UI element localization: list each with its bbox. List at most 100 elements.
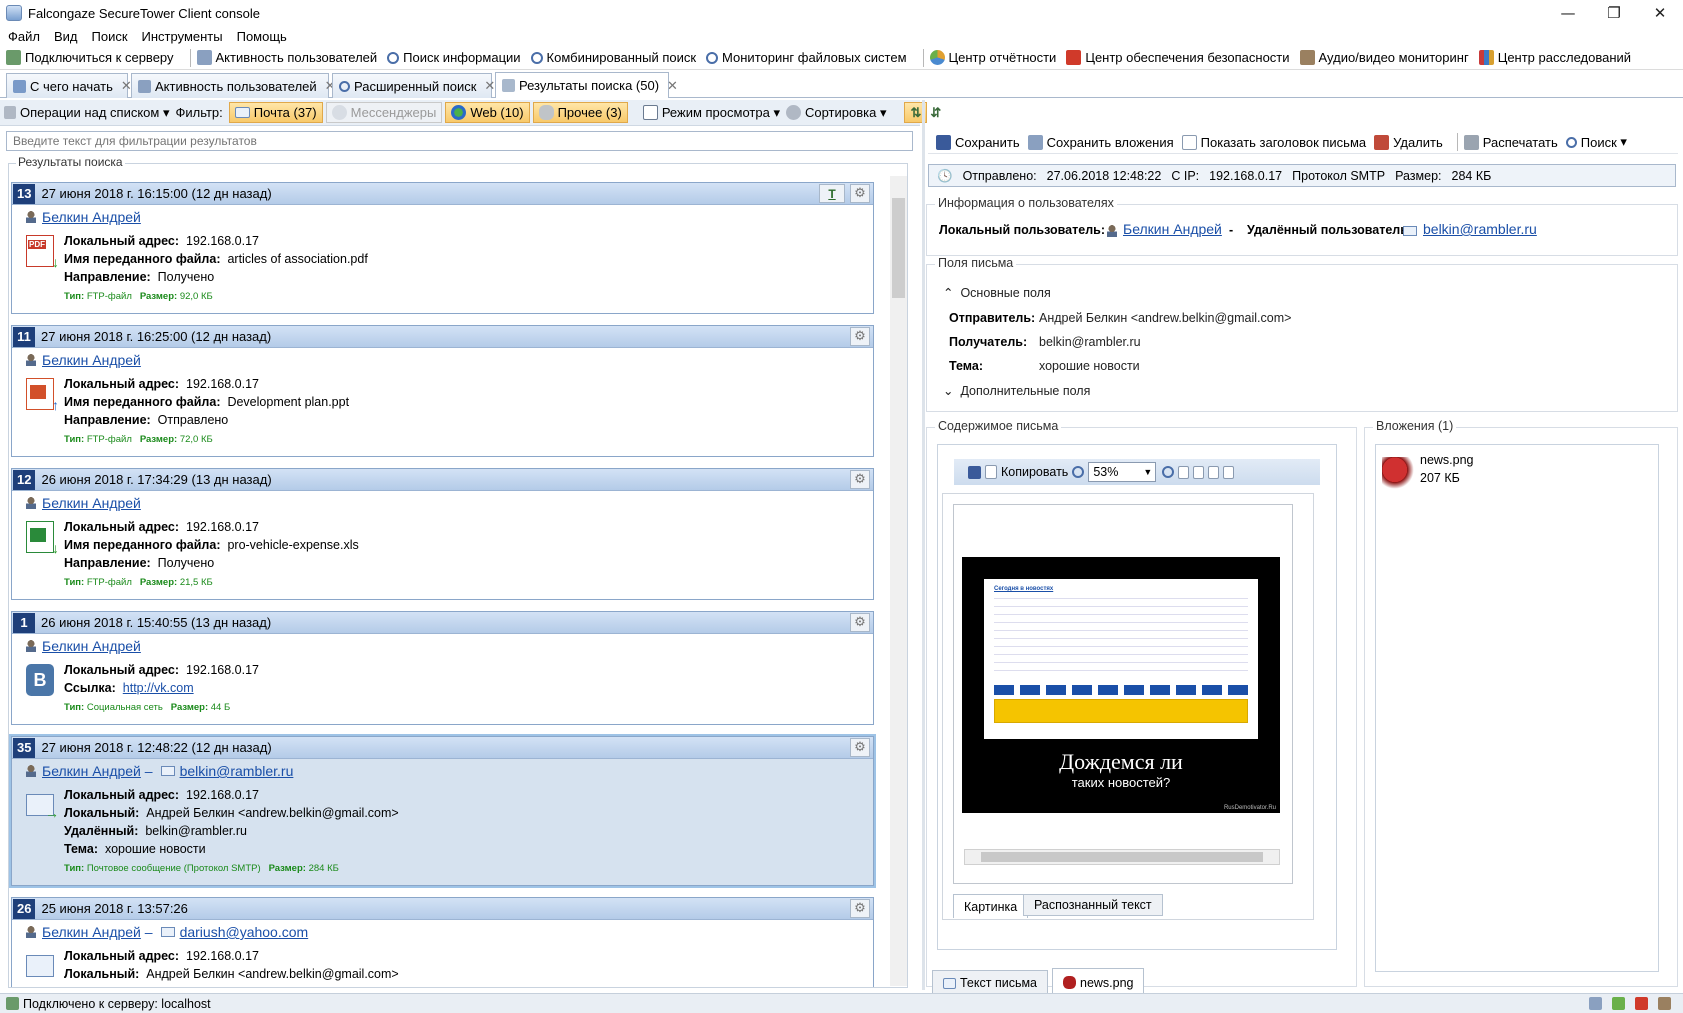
reports-button[interactable]: Центр отчётности [929, 50, 1056, 65]
result-card[interactable]: 12 26 июня 2018 г. 17:34:29 (13 дн назад)… [11, 468, 874, 600]
sort-desc-button[interactable]: ⇵ [930, 105, 941, 121]
filter-mail-toggle[interactable]: Почта (37) [228, 102, 323, 123]
save-attachments-button[interactable]: Сохранить вложения [1027, 134, 1174, 150]
user-activity-button[interactable]: Активность пользователей [196, 50, 377, 65]
document-tabs: С чего начать ✕ Активность пользователей ✕… [0, 72, 1683, 98]
user-link[interactable]: Белкин Андрей [42, 209, 141, 225]
delete-button[interactable]: Удалить [1374, 134, 1443, 150]
tab-user-activity[interactable]: Активность пользователей ✕ [131, 73, 336, 98]
attachments-list: news.png 207 КБ [1375, 444, 1659, 972]
content-viewer: Копировать 53% ▼ Сегодня в новостях Дожде… [932, 444, 1337, 996]
fit-width-icon[interactable] [1178, 465, 1190, 479]
result-card[interactable]: 11 27 июня 2018 г. 16:25:00 (12 дн назад)… [11, 325, 874, 457]
fs-monitor-button[interactable]: Мониторинг файловых систем [706, 50, 907, 65]
av-monitor-button[interactable]: Аудио/видео мониторинг [1299, 50, 1469, 65]
user-link[interactable]: Белкин Андрей [42, 352, 141, 368]
filter-web-toggle[interactable]: Web (10) [445, 102, 530, 123]
tray-icon[interactable] [1612, 997, 1625, 1010]
save-image-icon[interactable] [968, 465, 981, 479]
fit-all-icon[interactable] [1208, 465, 1220, 479]
maximize-button[interactable]: ❐ [1591, 0, 1637, 26]
gear-icon[interactable]: ⚙ [850, 899, 870, 918]
investigations-button[interactable]: Центр расследований [1478, 50, 1631, 65]
splitter[interactable] [922, 100, 925, 990]
result-date: 26 июня 2018 г. 15:40:55 (13 дн назад) [41, 615, 272, 630]
user-link[interactable]: Белкин Андрей [42, 763, 141, 779]
mail-message-icon: → [26, 794, 59, 821]
close-tab-icon[interactable]: ✕ [667, 78, 678, 94]
main-fields-expander[interactable]: ⌃ Основные поля [943, 285, 1051, 300]
user-link[interactable]: Белкин Андрей [42, 924, 141, 940]
sort-icon [785, 105, 801, 120]
scrollbar-thumb[interactable] [892, 198, 905, 298]
security-center-button[interactable]: Центр обеспечения безопасности [1066, 50, 1290, 65]
zoom-out-icon[interactable] [1072, 466, 1085, 478]
menu-view[interactable]: Вид [54, 29, 78, 44]
copy-button[interactable]: Копировать [1001, 465, 1068, 479]
result-card[interactable]: 26 25 июня 2018 г. 13:57:26 ⚙ Белкин Андре… [11, 897, 874, 987]
search-info-button[interactable]: Поиск информации [387, 50, 521, 65]
text-view-button[interactable]: T [819, 184, 845, 203]
minimize-button[interactable]: — [1545, 0, 1591, 26]
result-card-selected[interactable]: 35 27 июня 2018 г. 12:48:22 (12 дн назад)… [9, 734, 876, 888]
ppt-file-icon: ↑ [26, 378, 59, 413]
email-link[interactable]: dariush@yahoo.com [180, 924, 309, 940]
combined-search-button[interactable]: Комбинированный поиск [530, 50, 696, 65]
tab-advanced-search[interactable]: Расширенный поиск ✕ [332, 73, 495, 98]
gear-icon[interactable]: ⚙ [850, 184, 870, 203]
tab-recognized-text[interactable]: Распознанный текст [1023, 894, 1163, 916]
save-icon [936, 134, 951, 150]
filter-other-toggle[interactable]: Прочее (3) [532, 102, 628, 123]
tab-news-png[interactable]: news.png [1052, 968, 1144, 996]
tab-start[interactable]: С чего начать ✕ [6, 73, 132, 98]
extra-fields-expander[interactable]: ⌄ Дополнительные поля [943, 383, 1090, 398]
result-card[interactable]: 13 27 июня 2018 г. 16:15:00 (12 дн назад)… [11, 182, 874, 314]
tab-picture[interactable]: Картинка [953, 894, 1029, 918]
view-mode-dropdown[interactable]: Режим просмотра ▾ [642, 105, 780, 121]
gear-icon[interactable]: ⚙ [850, 738, 870, 757]
user-link[interactable]: Белкин Андрей [42, 638, 141, 654]
results-scrollbar[interactable] [890, 176, 907, 986]
user-icon [26, 926, 36, 938]
subject-value: хорошие новости [1039, 359, 1140, 373]
menu-file[interactable]: Файл [8, 29, 40, 44]
gear-icon[interactable]: ⚙ [850, 327, 870, 346]
zoom-select[interactable]: 53% ▼ [1088, 462, 1157, 482]
image-hscrollbar[interactable] [964, 849, 1280, 865]
connect-button[interactable]: Подключиться к серверу [6, 50, 174, 65]
tray-icon[interactable] [1589, 997, 1602, 1010]
print-button[interactable]: Распечатать [1463, 134, 1558, 150]
show-header-button[interactable]: Показать заголовок письма [1181, 134, 1366, 150]
menu-tools[interactable]: Инструменты [142, 29, 223, 44]
filter-messengers-toggle[interactable]: Мессенджеры [325, 102, 443, 123]
actual-size-icon[interactable] [1223, 465, 1235, 479]
close-button[interactable]: ✕ [1637, 0, 1683, 26]
chat-icon [331, 105, 347, 120]
email-link[interactable]: belkin@rambler.ru [180, 763, 294, 779]
user-link[interactable]: Белкин Андрей [42, 495, 141, 511]
tray-icon[interactable] [1658, 997, 1671, 1010]
sort-dropdown[interactable]: Сортировка ▾ [785, 105, 886, 121]
local-user-link[interactable]: Белкин Андрей [1123, 221, 1222, 237]
filter-results-input[interactable] [6, 131, 913, 151]
remote-user-link[interactable]: belkin@rambler.ru [1423, 221, 1537, 237]
gear-icon[interactable]: ⚙ [850, 470, 870, 489]
result-card[interactable]: 1 26 июня 2018 г. 15:40:55 (13 дн назад) ⚙… [11, 611, 874, 725]
alarm-icon[interactable] [1635, 997, 1648, 1010]
vk-link[interactable]: http://vk.com [123, 681, 194, 695]
list-operations-dropdown[interactable]: Операции над списком ▾ [4, 105, 169, 121]
connection-icon [6, 997, 19, 1010]
globe-icon [451, 105, 467, 120]
save-button[interactable]: Сохранить [936, 134, 1020, 150]
attachment-item[interactable]: news.png 207 КБ [1382, 453, 1552, 493]
tab-search-results[interactable]: Результаты поиска (50) ✕ [495, 72, 678, 98]
fit-page-icon[interactable] [1193, 465, 1205, 479]
image-canvas: Сегодня в новостях Дождемся ли таких нов… [953, 504, 1293, 884]
close-tab-icon[interactable]: ✕ [484, 78, 495, 94]
menu-search[interactable]: Поиск [92, 29, 128, 44]
gear-icon[interactable]: ⚙ [850, 613, 870, 632]
zoom-in-icon[interactable] [1162, 466, 1175, 478]
search-icon [387, 51, 400, 64]
find-dropdown[interactable]: Поиск ▾ [1565, 134, 1627, 150]
menu-help[interactable]: Помощь [237, 29, 287, 44]
